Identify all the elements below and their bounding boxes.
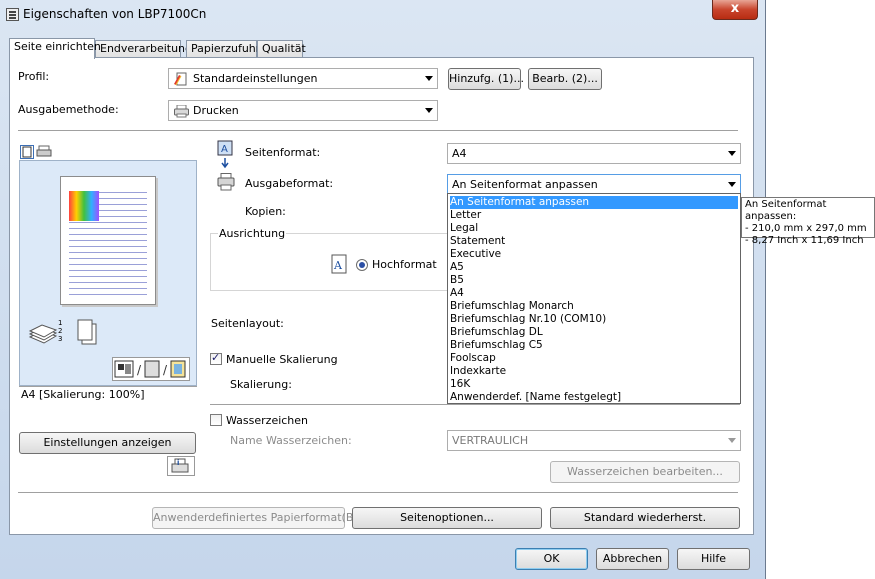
output-format-option[interactable]: Indexkarte — [450, 365, 738, 378]
output-format-option[interactable]: Legal — [450, 222, 738, 235]
output-method-select[interactable]: Drucken — [168, 100, 438, 121]
scaling-label: Skalierung: — [230, 378, 292, 391]
svg-text:/: / — [163, 363, 168, 377]
page-options-button[interactable]: Seitenoptionen... — [352, 507, 542, 529]
copies-stack-icon — [28, 319, 60, 349]
watermark-name-select[interactable]: VERTRAULICH — [447, 430, 741, 451]
svg-text:i: i — [177, 459, 179, 467]
preview-status: A4 [Skalierung: 100%] — [19, 386, 197, 402]
tooltip-line: - 8,27 Inch x 11,69 Inch — [745, 235, 864, 246]
output-format-option[interactable]: Anwenderdef. [Name festgelegt] — [450, 391, 738, 404]
chevron-down-icon — [728, 438, 736, 443]
window-title: Eigenschaften von LBP7100Cn — [23, 7, 207, 21]
tooltip-line: An Seitenformat anpassen: — [745, 199, 827, 222]
edit-profile-button[interactable]: Bearb. (2)... — [528, 68, 602, 90]
output-format-option[interactable]: Briefumschlag DL — [450, 326, 738, 339]
printer-info-icon[interactable]: i — [167, 456, 195, 476]
page-format-label: Seitenformat: — [245, 146, 321, 159]
output-format-dropdown-list[interactable]: An Seitenformat anpassen Letter Legal State… — [447, 193, 741, 404]
profile-label: Profil: — [18, 70, 50, 83]
output-format-option[interactable]: Executive — [450, 248, 738, 261]
chevron-down-icon — [425, 76, 433, 81]
orientation-group-label: Ausrichtung — [218, 227, 287, 240]
manual-scaling-label: Manuelle Skalierung — [226, 353, 338, 366]
watermark-name-value: VERTRAULICH — [452, 434, 529, 447]
page-format-icon: A — [217, 140, 235, 170]
tab-endverarbeitung[interactable]: Endverarbeitung — [95, 40, 192, 58]
portrait-label: Hochformat — [372, 258, 437, 271]
output-format-option[interactable]: Briefumschlag Monarch — [450, 300, 738, 313]
profile-select[interactable]: Standardeinstellungen — [168, 68, 438, 89]
output-format-option[interactable]: Statement — [450, 235, 738, 248]
manual-scaling-checkbox[interactable] — [210, 351, 222, 365]
watermark-name-label: Name Wasserzeichen: — [230, 434, 352, 447]
tab-seite-einrichten[interactable]: Seite einrichten — [9, 38, 101, 59]
portrait-icon: A — [331, 254, 347, 274]
page-view-toggle-icon[interactable] — [20, 145, 34, 159]
output-method-label: Ausgabemethode: — [18, 103, 119, 116]
output-format-select[interactable]: An Seitenformat anpassen — [447, 174, 741, 195]
output-format-option[interactable]: Briefumschlag Nr.10 (COM10) — [450, 313, 738, 326]
watermark-label: Wasserzeichen — [226, 414, 309, 427]
show-settings-button[interactable]: Einstellungen anzeigen — [19, 432, 196, 454]
output-format-option[interactable]: A5 — [450, 261, 738, 274]
watermark-checkbox[interactable] — [210, 414, 222, 426]
layout-mode-icons[interactable]: / / — [112, 357, 190, 381]
edit-watermark-button[interactable]: Wasserzeichen bearbeiten... — [550, 461, 740, 483]
output-format-value: An Seitenformat anpassen — [452, 178, 598, 191]
page-format-value: A4 — [452, 147, 467, 160]
printer-icon — [174, 104, 189, 124]
tab-qualitaet[interactable]: Qualität — [257, 40, 306, 58]
preview-image — [69, 191, 99, 221]
svg-text:A: A — [221, 144, 228, 155]
page-preview: 123 // — [19, 160, 197, 386]
title-bar[interactable]: Eigenschaften von LBP7100Cn x — [0, 0, 766, 30]
cancel-button[interactable]: Abbrechen — [596, 548, 669, 570]
chevron-down-icon — [728, 182, 736, 187]
copies-label: Kopien: — [245, 205, 286, 218]
custom-paper-format-button[interactable]: Anwenderdefiniertes Papierformat(B)... — [152, 507, 368, 529]
output-format-tooltip: An Seitenformat anpassen: - 210,0 mm x 2… — [741, 197, 875, 246]
printer-view-toggle-icon[interactable] — [36, 145, 52, 159]
page-layout-label: Seitenlayout: — [211, 317, 284, 330]
divider — [18, 130, 738, 131]
divider — [210, 404, 740, 405]
svg-text:A: A — [333, 259, 343, 272]
output-format-option[interactable]: Briefumschlag C5 — [450, 339, 738, 352]
output-format-label: Ausgabeformat: — [245, 177, 334, 190]
ok-button[interactable]: OK — [515, 548, 588, 570]
pages-icon — [76, 319, 100, 349]
collate-numbers-icon: 123 — [58, 319, 63, 343]
printer-properties-icon — [6, 8, 19, 21]
profile-value: Standardeinstellungen — [193, 72, 318, 85]
output-format-icon — [217, 173, 235, 191]
divider — [18, 492, 738, 493]
profile-icon — [173, 72, 187, 86]
output-format-option[interactable]: 16K — [450, 378, 738, 391]
close-button[interactable]: x — [712, 0, 758, 20]
chevron-down-icon — [425, 108, 433, 113]
preview-page — [60, 176, 156, 305]
page-format-select[interactable]: A4 — [447, 143, 741, 164]
svg-text:/: / — [137, 363, 142, 377]
output-method-value: Drucken — [193, 104, 239, 117]
output-format-option[interactable]: An Seitenformat anpassen — [450, 196, 738, 209]
tab-papierzufuhr[interactable]: Papierzufuhr — [186, 40, 260, 58]
tooltip-line: - 210,0 mm x 297,0 mm — [745, 223, 867, 234]
help-button[interactable]: Hilfe — [677, 548, 750, 570]
add-profile-button[interactable]: Hinzufg. (1)... — [448, 68, 524, 90]
chevron-down-icon — [728, 151, 736, 156]
output-format-option[interactable]: Letter — [450, 209, 738, 222]
output-format-option[interactable]: A4 — [450, 287, 738, 300]
output-format-option[interactable]: B5 — [450, 274, 738, 287]
portrait-radio[interactable] — [356, 259, 368, 271]
restore-defaults-button[interactable]: Standard wiederherst. — [550, 507, 740, 529]
output-format-option[interactable]: Foolscap — [450, 352, 738, 365]
